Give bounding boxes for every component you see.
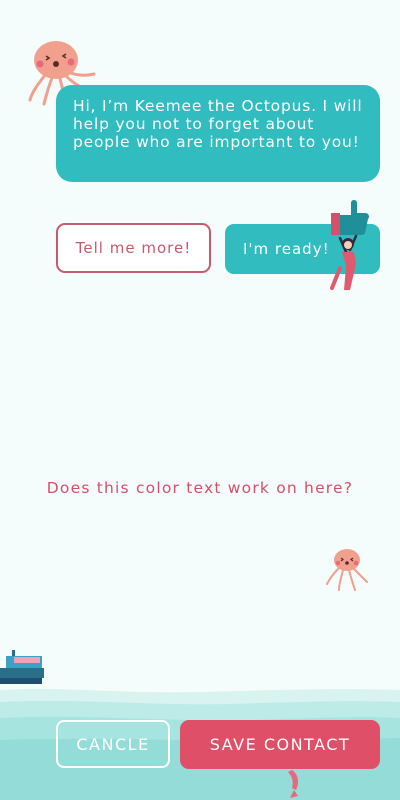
fish-icon <box>288 770 299 798</box>
save-contact-label: SAVE CONTACT <box>209 735 351 754</box>
tell-me-more-button[interactable]: Tell me more! <box>56 223 211 273</box>
boat-icon <box>0 650 44 684</box>
octopus-small-icon <box>326 549 368 591</box>
chat-bubble: Hi, I’m Keemee the Octopus. I will help … <box>56 85 380 182</box>
tell-me-more-label: Tell me more! <box>75 239 192 257</box>
chat-message: Hi, I’m Keemee the Octopus. I will help … <box>73 97 363 151</box>
ready-label: I'm ready! <box>243 240 330 258</box>
cancel-button[interactable]: CANCLE <box>56 720 170 768</box>
save-contact-button[interactable]: SAVE CONTACT <box>180 720 380 769</box>
cheering-girl-icon <box>330 234 358 290</box>
thumbs-up-icon <box>331 200 369 235</box>
cancel-label: CANCLE <box>76 734 150 754</box>
prompt-text: Does this color text work on here? <box>46 479 354 497</box>
